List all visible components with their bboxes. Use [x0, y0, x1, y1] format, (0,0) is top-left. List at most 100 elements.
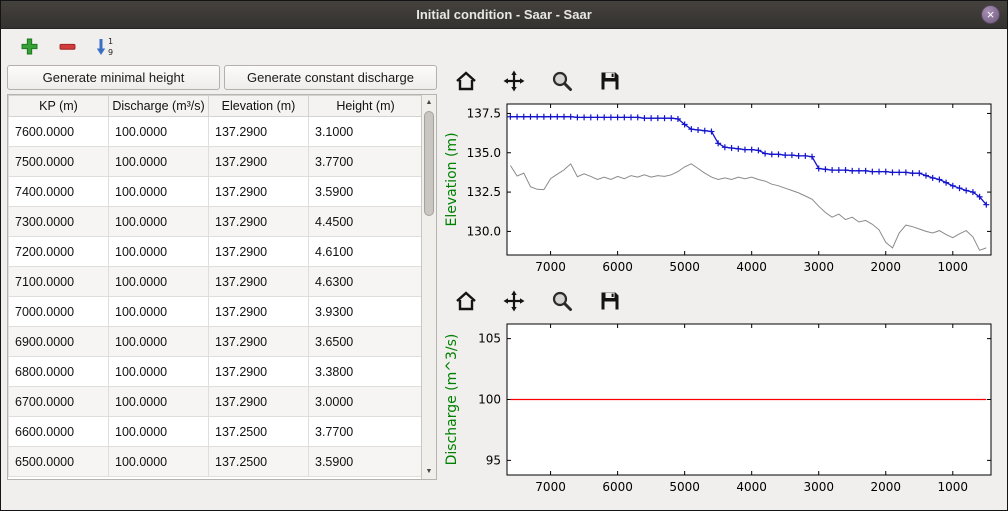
table-cell[interactable]: 100.0000	[109, 297, 209, 327]
zoom-icon	[550, 69, 574, 93]
table-cell[interactable]: 137.2900	[209, 267, 309, 297]
table-cell[interactable]: 4.6100	[309, 237, 422, 267]
table-cell[interactable]: 3.5900	[309, 177, 422, 207]
discharge-zoom-button[interactable]	[547, 287, 577, 315]
pan-icon	[502, 289, 526, 313]
generate-minimal-height-button[interactable]: Generate minimal height	[7, 65, 220, 90]
table-cell[interactable]: 100.0000	[109, 237, 209, 267]
table-cell[interactable]: 100.0000	[109, 447, 209, 477]
table-cell[interactable]: 100.0000	[109, 267, 209, 297]
close-button[interactable]: ×	[981, 5, 1000, 24]
table-cell[interactable]: 3.0000	[309, 387, 422, 417]
table-cell[interactable]: 100.0000	[109, 387, 209, 417]
table-cell[interactable]: 100.0000	[109, 327, 209, 357]
remove-row-button[interactable]	[53, 33, 81, 59]
table-cell[interactable]: 100.0000	[109, 417, 209, 447]
remove-icon	[59, 38, 76, 55]
right-panel: 7000600050004000300020001000130.0132.513…	[443, 65, 1001, 502]
table-cell[interactable]: 3.1000	[309, 117, 422, 147]
generate-constant-discharge-button[interactable]: Generate constant discharge	[224, 65, 437, 90]
table-cell[interactable]: 6900.0000	[9, 327, 109, 357]
table-row[interactable]: 6700.0000100.0000137.29003.0000	[9, 387, 422, 417]
table-row[interactable]: 6900.0000100.0000137.29003.6500	[9, 327, 422, 357]
column-header-height[interactable]: Height (m)	[309, 96, 422, 117]
elevation-save-button[interactable]	[595, 67, 625, 95]
table-cell[interactable]: 137.2500	[209, 417, 309, 447]
table-scrollbar[interactable]: ▲ ▼	[421, 95, 436, 479]
home-icon	[454, 289, 478, 313]
titlebar[interactable]: Initial condition - Saar - Saar ×	[1, 1, 1007, 29]
table-cell[interactable]: 3.6500	[309, 327, 422, 357]
table-cell[interactable]: 4.4500	[309, 207, 422, 237]
table-cell[interactable]: 137.2900	[209, 357, 309, 387]
table-cell[interactable]: 100.0000	[109, 207, 209, 237]
discharge-pan-button[interactable]	[499, 287, 529, 315]
table-cell[interactable]: 137.2900	[209, 387, 309, 417]
table-cell[interactable]: 100.0000	[109, 177, 209, 207]
table-cell[interactable]: 7500.0000	[9, 147, 109, 177]
scrollbar-track[interactable]	[422, 110, 436, 464]
save-icon	[598, 289, 622, 313]
table-row[interactable]: 6600.0000100.0000137.25003.7700	[9, 417, 422, 447]
table-cell[interactable]: 7100.0000	[9, 267, 109, 297]
table-cell[interactable]: 137.2900	[209, 117, 309, 147]
table-cell[interactable]: 137.2900	[209, 327, 309, 357]
table-cell[interactable]: 3.3800	[309, 357, 422, 387]
elevation-zoom-button[interactable]	[547, 67, 577, 95]
table-cell[interactable]: 137.2500	[209, 447, 309, 477]
elevation-pan-button[interactable]	[499, 67, 529, 95]
table-cell[interactable]: 7200.0000	[9, 237, 109, 267]
table-cell[interactable]: 7300.0000	[9, 207, 109, 237]
scrollbar-down-icon[interactable]: ▼	[422, 464, 436, 479]
table-cell[interactable]: 6800.0000	[9, 357, 109, 387]
table-cell[interactable]: 3.7700	[309, 147, 422, 177]
x-tick-label: 1000	[938, 480, 969, 494]
table-row[interactable]: 6800.0000100.0000137.29003.3800	[9, 357, 422, 387]
table-cell[interactable]: 6600.0000	[9, 417, 109, 447]
table-cell[interactable]: 3.9300	[309, 297, 422, 327]
main-toolbar: 1 9	[1, 29, 1007, 63]
table-cell[interactable]: 100.0000	[109, 117, 209, 147]
table-cell[interactable]: 7000.0000	[9, 297, 109, 327]
sort-button[interactable]: 1 9	[91, 33, 119, 59]
discharge-home-button[interactable]	[451, 287, 481, 315]
scrollbar-up-icon[interactable]: ▲	[422, 95, 436, 110]
table-cell[interactable]: 100.0000	[109, 357, 209, 387]
x-tick-label: 2000	[870, 260, 901, 274]
table-cell[interactable]: 7400.0000	[9, 177, 109, 207]
column-header-kp[interactable]: KP (m)	[9, 96, 109, 117]
discharge-plot[interactable]: 700060005000400030002000100095100105Disc…	[443, 317, 999, 501]
table-row[interactable]: 7500.0000100.0000137.29003.7700	[9, 147, 422, 177]
table-cell[interactable]: 137.2900	[209, 147, 309, 177]
table-cell[interactable]: 137.2900	[209, 237, 309, 267]
zoom-icon	[550, 289, 574, 313]
table-cell[interactable]: 6500.0000	[9, 447, 109, 477]
table-cell[interactable]: 3.7700	[309, 417, 422, 447]
scrollbar-thumb[interactable]	[424, 111, 434, 216]
elevation-plot[interactable]: 7000600050004000300020001000130.0132.513…	[443, 97, 999, 281]
x-tick-label: 3000	[803, 260, 834, 274]
table-row[interactable]: 7600.0000100.0000137.29003.1000	[9, 117, 422, 147]
discharge-save-button[interactable]	[595, 287, 625, 315]
table-cell[interactable]: 4.6300	[309, 267, 422, 297]
x-tick-label: 5000	[669, 260, 700, 274]
table-cell[interactable]: 137.2900	[209, 177, 309, 207]
y-tick-label: 137.5	[467, 106, 501, 120]
table-row[interactable]: 6500.0000100.0000137.25003.5900	[9, 447, 422, 477]
table-row[interactable]: 7000.0000100.0000137.29003.9300	[9, 297, 422, 327]
elevation-home-button[interactable]	[451, 67, 481, 95]
x-tick-label: 6000	[602, 260, 633, 274]
table-cell[interactable]: 3.5900	[309, 447, 422, 477]
table-row[interactable]: 7300.0000100.0000137.29004.4500	[9, 207, 422, 237]
table-cell[interactable]: 137.2900	[209, 297, 309, 327]
table-cell[interactable]: 7600.0000	[9, 117, 109, 147]
table-cell[interactable]: 6700.0000	[9, 387, 109, 417]
column-header-elevation[interactable]: Elevation (m)	[209, 96, 309, 117]
column-header-discharge[interactable]: Discharge (m³/s)	[109, 96, 209, 117]
table-cell[interactable]: 100.0000	[109, 147, 209, 177]
add-row-button[interactable]	[15, 33, 43, 59]
table-row[interactable]: 7100.0000100.0000137.29004.6300	[9, 267, 422, 297]
table-row[interactable]: 7400.0000100.0000137.29003.5900	[9, 177, 422, 207]
table-cell[interactable]: 137.2900	[209, 207, 309, 237]
table-row[interactable]: 7200.0000100.0000137.29004.6100	[9, 237, 422, 267]
